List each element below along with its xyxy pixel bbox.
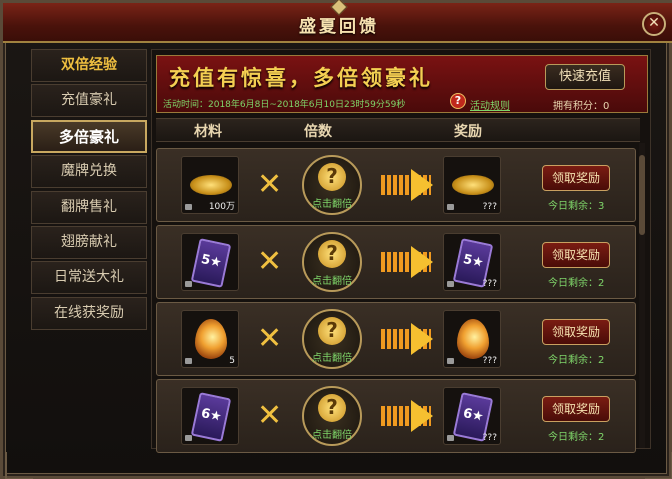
reward-slot[interactable]: 5★ ??? <box>443 233 501 291</box>
claim-reward-button[interactable]: 领取奖励 <box>542 396 610 422</box>
flip-multiplier-button[interactable]: ? 点击翻倍 <box>302 309 362 369</box>
gold-coins-icon <box>452 175 494 195</box>
lock-icon <box>185 358 192 364</box>
remaining-today: 今日剩余：2 <box>548 278 605 289</box>
question-icon: ? <box>318 240 346 268</box>
reward-count: ??? <box>482 433 497 443</box>
header-material: 材料 <box>194 124 222 140</box>
arrow-head-icon <box>411 169 433 201</box>
times-icon: ✕ <box>257 321 283 356</box>
material-slot[interactable]: 5★ <box>181 233 239 291</box>
corner-ornament <box>645 452 672 479</box>
game-window: 盛夏回馈 ✕ 双倍经验 充值豪礼 多倍豪礼 魔牌兑换 翻牌售礼 翅膀献礼 日常送… <box>0 0 672 479</box>
header-multiplier: 倍数 <box>304 124 332 140</box>
title-bar: 盛夏回馈 ✕ <box>3 0 672 43</box>
times-icon: ✕ <box>257 167 283 202</box>
flip-multiplier-button[interactable]: ? 点击翻倍 <box>302 155 362 215</box>
lock-icon <box>185 435 192 441</box>
arrow-head-icon <box>411 323 433 355</box>
reward-slot[interactable]: ??? <box>443 156 501 214</box>
times-icon: ✕ <box>257 398 283 433</box>
table-header: 材料 倍数 奖励 <box>156 118 640 142</box>
flip-label: 点击翻倍 <box>312 430 352 441</box>
question-icon: ? <box>318 163 346 191</box>
sidebar-item-daily-gift[interactable]: 日常送大礼 <box>31 261 147 295</box>
table-row: 5 ✕ ? 点击翻倍 ??? 领取奖励 今日剩余：2 <box>156 302 636 376</box>
activity-time: 活动时间：2018年6月8日~2018年6月10日23时59分59秒 <box>163 100 406 110</box>
reward-slot[interactable]: 6★ ??? <box>443 387 501 445</box>
material-count: 5 <box>229 356 235 366</box>
flip-label: 点击翻倍 <box>312 353 352 364</box>
reward-count: ??? <box>482 356 497 366</box>
sidebar: 双倍经验 充值豪礼 多倍豪礼 魔牌兑换 翻牌售礼 翅膀献礼 日常送大礼 在线获奖… <box>31 49 147 332</box>
card-6-star-icon: 6★ <box>190 392 232 442</box>
window-title: 盛夏回馈 <box>299 17 379 37</box>
times-icon: ✕ <box>257 244 283 279</box>
arrow-head-icon <box>411 246 433 278</box>
flip-multiplier-button[interactable]: ? 点击翻倍 <box>302 386 362 446</box>
close-button[interactable]: ✕ <box>642 12 666 36</box>
sidebar-item-double-exp[interactable]: 双倍经验 <box>31 49 147 82</box>
lock-icon <box>185 204 192 210</box>
lock-icon <box>447 281 454 287</box>
scrollbar-thumb[interactable] <box>639 155 645 235</box>
sidebar-item-wing-gift[interactable]: 翅膀献礼 <box>31 225 147 259</box>
reward-slot[interactable]: ??? <box>443 310 501 368</box>
corner-ornament <box>5 452 33 479</box>
material-slot[interactable]: 5 <box>181 310 239 368</box>
activity-rules-link[interactable]: 活动规则 <box>470 97 510 112</box>
essence-drop-icon <box>457 319 489 359</box>
remaining-today: 今日剩余：2 <box>548 432 605 443</box>
lock-icon <box>447 358 454 364</box>
event-banner: 充值有惊喜，多倍领豪礼 快速充值 活动时间：2018年6月8日~2018年6月1… <box>156 55 648 113</box>
help-icon[interactable]: ? <box>450 93 466 109</box>
flip-label: 点击翻倍 <box>312 199 352 210</box>
reward-count: ??? <box>482 279 497 289</box>
flip-label: 点击翻倍 <box>312 276 352 287</box>
scrollbar[interactable] <box>639 143 645 448</box>
sidebar-item-online-reward[interactable]: 在线获奖励 <box>31 296 147 330</box>
flip-multiplier-button[interactable]: ? 点击翻倍 <box>302 232 362 292</box>
sidebar-item-multiple-gift[interactable]: 多倍豪礼 <box>31 119 147 153</box>
lock-icon <box>447 204 454 210</box>
card-5-star-icon: 5★ <box>190 238 232 288</box>
table-row: 6★ ✕ ? 点击翻倍 6★ ??? 领取奖励 今日剩余：2 <box>156 379 636 453</box>
lock-icon <box>185 281 192 287</box>
reward-count: ??? <box>482 202 497 212</box>
header-reward: 奖励 <box>454 124 482 140</box>
table-row: 100万 ✕ ? 点击翻倍 ??? 领取奖励 今日剩余：3 <box>156 148 636 222</box>
question-icon: ? <box>318 317 346 345</box>
sidebar-item-card-exchange[interactable]: 魔牌兑换 <box>31 155 147 189</box>
material-slot[interactable]: 100万 <box>181 156 239 214</box>
material-slot[interactable]: 6★ <box>181 387 239 445</box>
main-panel: 充值有惊喜，多倍领豪礼 快速充值 活动时间：2018年6月8日~2018年6月1… <box>151 49 651 453</box>
essence-drop-icon <box>195 319 227 359</box>
remaining-today: 今日剩余：3 <box>548 201 605 212</box>
quick-recharge-button[interactable]: 快速充值 <box>545 64 625 90</box>
sidebar-item-recharge-gift[interactable]: 充值豪礼 <box>31 84 147 118</box>
question-icon: ? <box>318 394 346 422</box>
points-display: 拥有积分：0 <box>553 101 610 112</box>
material-count: 100万 <box>208 202 235 212</box>
banner-title: 充值有惊喜，多倍领豪礼 <box>169 65 433 90</box>
claim-reward-button[interactable]: 领取奖励 <box>542 165 610 191</box>
table-row: 5★ ✕ ? 点击翻倍 5★ ??? 领取奖励 今日剩余：2 <box>156 225 636 299</box>
gold-coins-icon <box>190 175 232 195</box>
sidebar-item-flip-sale[interactable]: 翻牌售礼 <box>31 190 147 224</box>
remaining-today: 今日剩余：2 <box>548 355 605 366</box>
lock-icon <box>447 435 454 441</box>
claim-reward-button[interactable]: 领取奖励 <box>542 319 610 345</box>
claim-reward-button[interactable]: 领取奖励 <box>542 242 610 268</box>
arrow-head-icon <box>411 400 433 432</box>
